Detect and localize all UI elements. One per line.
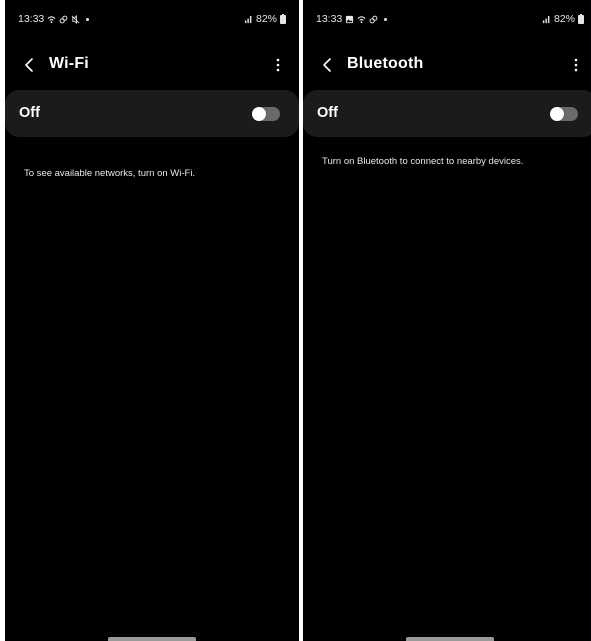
notification-dot [86,17,90,21]
wifi-toggle[interactable] [252,107,280,121]
battery-icon [578,13,584,24]
bluetooth-state-label: Off [317,105,338,121]
bluetooth-toggle[interactable] [550,107,578,121]
notification-dot [384,17,388,21]
wifi-master-switch-row[interactable]: Off [5,90,299,137]
home-indicator[interactable] [406,637,494,641]
toggle-knob [252,107,266,121]
status-bar: 13:33 82% [303,10,591,30]
battery-percent: 82% [255,13,277,25]
wifi-calling-icon [47,15,56,24]
app-bar: Wi-Fi [5,50,299,80]
more-vertical-icon [574,58,578,72]
chevron-left-icon [25,58,33,72]
toggle-knob [550,107,564,121]
link-icon [59,15,68,24]
page-title: Bluetooth [347,55,424,72]
wifi-calling-icon [357,15,366,24]
home-indicator[interactable] [108,637,196,641]
more-vertical-icon [276,58,280,72]
wifi-state-label: Off [19,105,40,121]
status-time: 13:33 [18,13,45,25]
chevron-left-icon [323,58,331,72]
more-options-button[interactable] [269,55,287,75]
back-button[interactable] [19,54,41,76]
app-bar: Bluetooth [303,50,591,80]
back-button[interactable] [317,54,339,76]
wifi-info-text: To see available networks, turn on Wi-Fi… [24,168,196,179]
wifi-settings-screen: 13:33 82% Wi-Fi Off To see available net… [5,0,299,641]
bluetooth-settings-screen: 13:33 82% Bluetooth Off Turn on Bluetoot… [303,0,591,641]
signal-icon [244,15,253,24]
link-icon [369,15,378,24]
bluetooth-info-text: Turn on Bluetooth to connect to nearby d… [322,156,524,167]
gallery-icon [345,15,354,24]
status-bar: 13:33 82% [5,10,299,30]
status-time: 13:33 [316,13,343,25]
page-title: Wi-Fi [49,55,89,72]
more-options-button[interactable] [567,55,585,75]
mute-icon [71,14,80,24]
battery-icon [280,13,286,24]
battery-percent: 82% [553,13,575,25]
signal-icon [542,15,551,24]
bluetooth-master-switch-row[interactable]: Off [303,90,591,137]
